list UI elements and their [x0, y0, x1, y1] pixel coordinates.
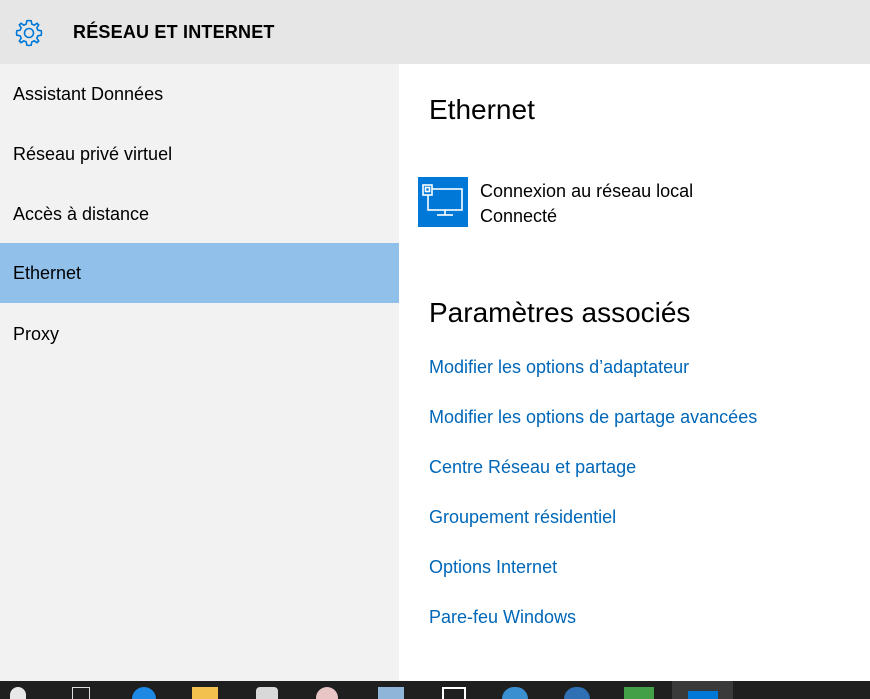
browser-icon[interactable]	[502, 687, 528, 699]
connection-item[interactable]: Connexion au réseau local Connecté	[418, 177, 838, 229]
section-title: Ethernet	[429, 94, 535, 125]
related-settings-title: Paramètres associés	[429, 297, 691, 328]
connection-status: Connecté	[480, 206, 558, 226]
sidebar-item-ethernet[interactable]: Ethernet	[0, 243, 399, 303]
sidebar-item-label: Ethernet	[13, 263, 82, 283]
sidebar-item-proxy[interactable]: Proxy	[0, 304, 399, 364]
taskbar	[0, 681, 870, 699]
file-explorer-icon[interactable]	[192, 687, 218, 699]
app-icon[interactable]	[316, 687, 338, 699]
sidebar-item-label: Accès à distance	[13, 204, 150, 224]
ethernet-monitor-icon	[418, 177, 468, 227]
sidebar-item-label: Réseau privé virtuel	[13, 144, 173, 164]
sidebar-item-assistant-donnees[interactable]: Assistant Données	[0, 64, 399, 124]
store-icon[interactable]	[256, 687, 278, 699]
main-content: Ethernet Connexion au réseau local Conne…	[399, 64, 870, 681]
sidebar-item-acces-distance[interactable]: Accès à distance	[0, 184, 399, 244]
connection-name: Connexion au réseau local	[480, 181, 694, 201]
link-windows-firewall[interactable]: Pare-feu Windows	[429, 607, 576, 628]
link-advanced-sharing[interactable]: Modifier les options de partage avancées	[429, 407, 757, 428]
task-view-icon[interactable]	[72, 687, 90, 699]
sidebar-item-vpn[interactable]: Réseau privé virtuel	[0, 124, 399, 184]
app-icon[interactable]	[442, 687, 466, 699]
search-icon[interactable]	[10, 687, 26, 699]
sidebar-item-label: Proxy	[13, 324, 60, 344]
settings-app-icon	[688, 691, 718, 699]
settings-header: RÉSEAU ET INTERNET	[0, 0, 870, 64]
link-homegroup[interactable]: Groupement résidentiel	[429, 507, 616, 528]
sidebar-item-label: Assistant Données	[13, 84, 164, 104]
sidebar: Assistant Données Réseau privé virtuel A…	[0, 64, 399, 681]
link-internet-options[interactable]: Options Internet	[429, 557, 557, 578]
page-title: RÉSEAU ET INTERNET	[73, 22, 275, 42]
link-network-sharing-center[interactable]: Centre Réseau et partage	[429, 457, 636, 478]
settings-taskbar-button[interactable]	[672, 681, 733, 699]
app-icon[interactable]	[378, 687, 404, 699]
app-icon[interactable]	[624, 687, 654, 699]
link-adapter-options[interactable]: Modifier les options d’adaptateur	[429, 357, 689, 378]
browser-icon[interactable]	[564, 687, 590, 699]
gear-icon[interactable]	[13, 17, 45, 49]
edge-browser-icon[interactable]	[132, 687, 156, 699]
